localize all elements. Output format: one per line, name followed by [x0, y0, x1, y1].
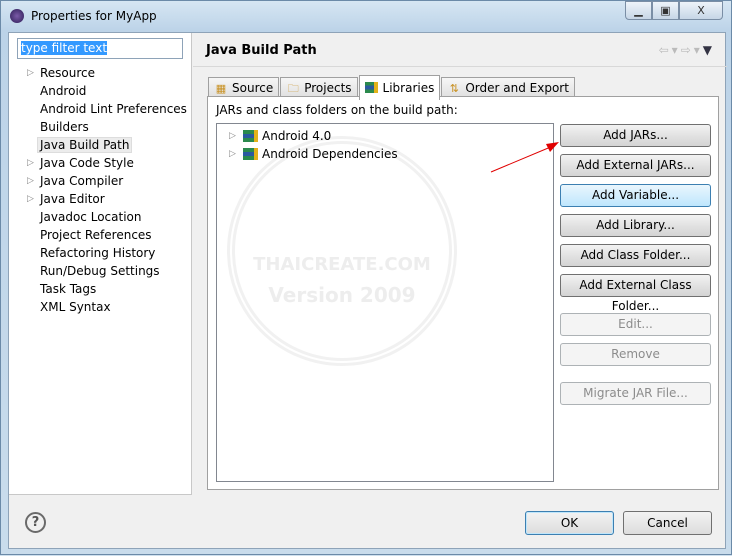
maximize-button[interactable]: ▣ — [652, 1, 679, 20]
sidebar-item[interactable]: ▷ Java Editor — [9, 190, 192, 208]
sidebar-item-label: Project References — [40, 228, 152, 242]
sidebar: type filter text ▷ Resource Android Android… — [9, 33, 192, 495]
sidebar-item[interactable]: Project References — [9, 226, 192, 244]
sidebar-item-label: Resource — [40, 66, 96, 80]
minimize-button[interactable]: ▁ — [625, 1, 652, 20]
folder-icon: 🗀 — [287, 81, 299, 95]
edit-button[interactable]: Edit... — [560, 313, 711, 336]
sidebar-item-label: Java Compiler — [40, 174, 124, 188]
sidebar-item-label: Run/Debug Settings — [40, 264, 160, 278]
page-title: Java Build Path — [206, 43, 317, 58]
libraries-panel: JARs and class folders on the build path… — [207, 96, 719, 490]
sidebar-item-label: Builders — [40, 120, 89, 134]
sidebar-item-label: Android — [40, 84, 87, 98]
close-button[interactable]: X — [679, 1, 723, 20]
sidebar-item-label: Java Code Style — [40, 156, 134, 170]
expand-icon[interactable]: ▷ — [229, 127, 239, 145]
add-external-jars-button[interactable]: Add External JARs... — [560, 154, 711, 177]
library-entry[interactable]: ▷ Android Dependencies — [217, 145, 553, 163]
expand-icon[interactable]: ▷ — [229, 145, 239, 163]
filter-text: type filter text — [21, 41, 108, 55]
library-icon — [243, 130, 258, 142]
sidebar-item[interactable]: Android — [9, 82, 192, 100]
source-folder-icon: ▦ — [215, 81, 227, 95]
view-menu-icon[interactable]: ▼ — [703, 43, 715, 57]
sidebar-item[interactable]: Refactoring History — [9, 244, 192, 262]
expand-icon[interactable]: ▷ — [27, 154, 34, 172]
eclipse-icon — [10, 9, 24, 23]
help-icon[interactable]: ? — [25, 512, 46, 533]
window-title: Properties for MyApp — [31, 9, 157, 23]
forward-icon[interactable]: ⇨▾ — [681, 43, 703, 57]
sidebar-item-label: Task Tags — [40, 282, 97, 296]
add-variable-button[interactable]: Add Variable... — [560, 184, 711, 207]
sidebar-item-label: Refactoring History — [40, 246, 156, 260]
sidebar-item[interactable]: ▷ Java Compiler — [9, 172, 192, 190]
properties-window: Properties for MyApp ▁ ▣ X type filter t… — [0, 0, 732, 555]
sidebar-item-label: XML Syntax — [40, 300, 111, 314]
libraries-caption: JARs and class folders on the build path… — [216, 103, 458, 117]
cancel-button[interactable]: Cancel — [623, 511, 712, 535]
add-library-button[interactable]: Add Library... — [560, 214, 711, 237]
sidebar-item-label: Java Build Path — [37, 137, 133, 153]
add-jars-button[interactable]: Add JARs... — [560, 124, 711, 147]
order-icon: ⇅ — [449, 81, 459, 95]
library-icon — [365, 82, 379, 94]
expand-icon[interactable]: ▷ — [27, 172, 34, 190]
watermark: THAICREATE.COM Version 2009 — [227, 136, 457, 366]
back-icon[interactable]: ⇦▾ — [659, 43, 681, 57]
sidebar-item-label: Android Lint Preferences — [40, 102, 187, 116]
library-entry[interactable]: ▷ Android 4.0 — [217, 127, 553, 145]
entry-label: Android Dependencies — [262, 147, 398, 161]
sidebar-item-label: Javadoc Location — [40, 210, 142, 224]
sidebar-item[interactable]: Android Lint Preferences — [9, 100, 192, 118]
expand-icon[interactable]: ▷ — [27, 190, 34, 208]
sidebar-item[interactable]: ▷ Java Code Style — [9, 154, 192, 172]
expand-icon[interactable]: ▷ — [27, 64, 34, 82]
sidebar-item[interactable]: Builders — [9, 118, 192, 136]
sidebar-item[interactable]: Run/Debug Settings — [9, 262, 192, 280]
sidebar-item[interactable]: Task Tags — [9, 280, 192, 298]
migrate-jar-file-button[interactable]: Migrate JAR File... — [560, 382, 711, 405]
history-nav: ⇦▾⇨▾▼ — [659, 43, 715, 57]
sidebar-item-label: Java Editor — [40, 192, 105, 206]
filter-input[interactable]: type filter text — [17, 38, 183, 59]
library-icon — [243, 148, 258, 160]
preference-tree: ▷ Resource Android Android Lint Preferences… — [9, 64, 192, 316]
entry-label: Android 4.0 — [262, 129, 332, 143]
sidebar-item[interactable]: Java Build Path — [9, 136, 192, 154]
libraries-list[interactable]: THAICREATE.COM Version 2009 ▷ Android 4.0 … — [216, 123, 554, 482]
ok-button[interactable]: OK — [525, 511, 614, 535]
add-external-class-folder-button[interactable]: Add External Class Folder... — [560, 274, 711, 313]
remove-button[interactable]: Remove — [560, 343, 711, 366]
sidebar-item[interactable]: Javadoc Location — [9, 208, 192, 226]
header-divider — [193, 66, 727, 67]
sidebar-item[interactable]: ▷ Resource — [9, 64, 192, 82]
tab-label: Libraries — [382, 80, 435, 95]
add-class-folder-button[interactable]: Add Class Folder... — [560, 244, 711, 267]
sidebar-item[interactable]: XML Syntax — [9, 298, 192, 316]
tab-libraries[interactable]: Libraries — [358, 75, 441, 100]
